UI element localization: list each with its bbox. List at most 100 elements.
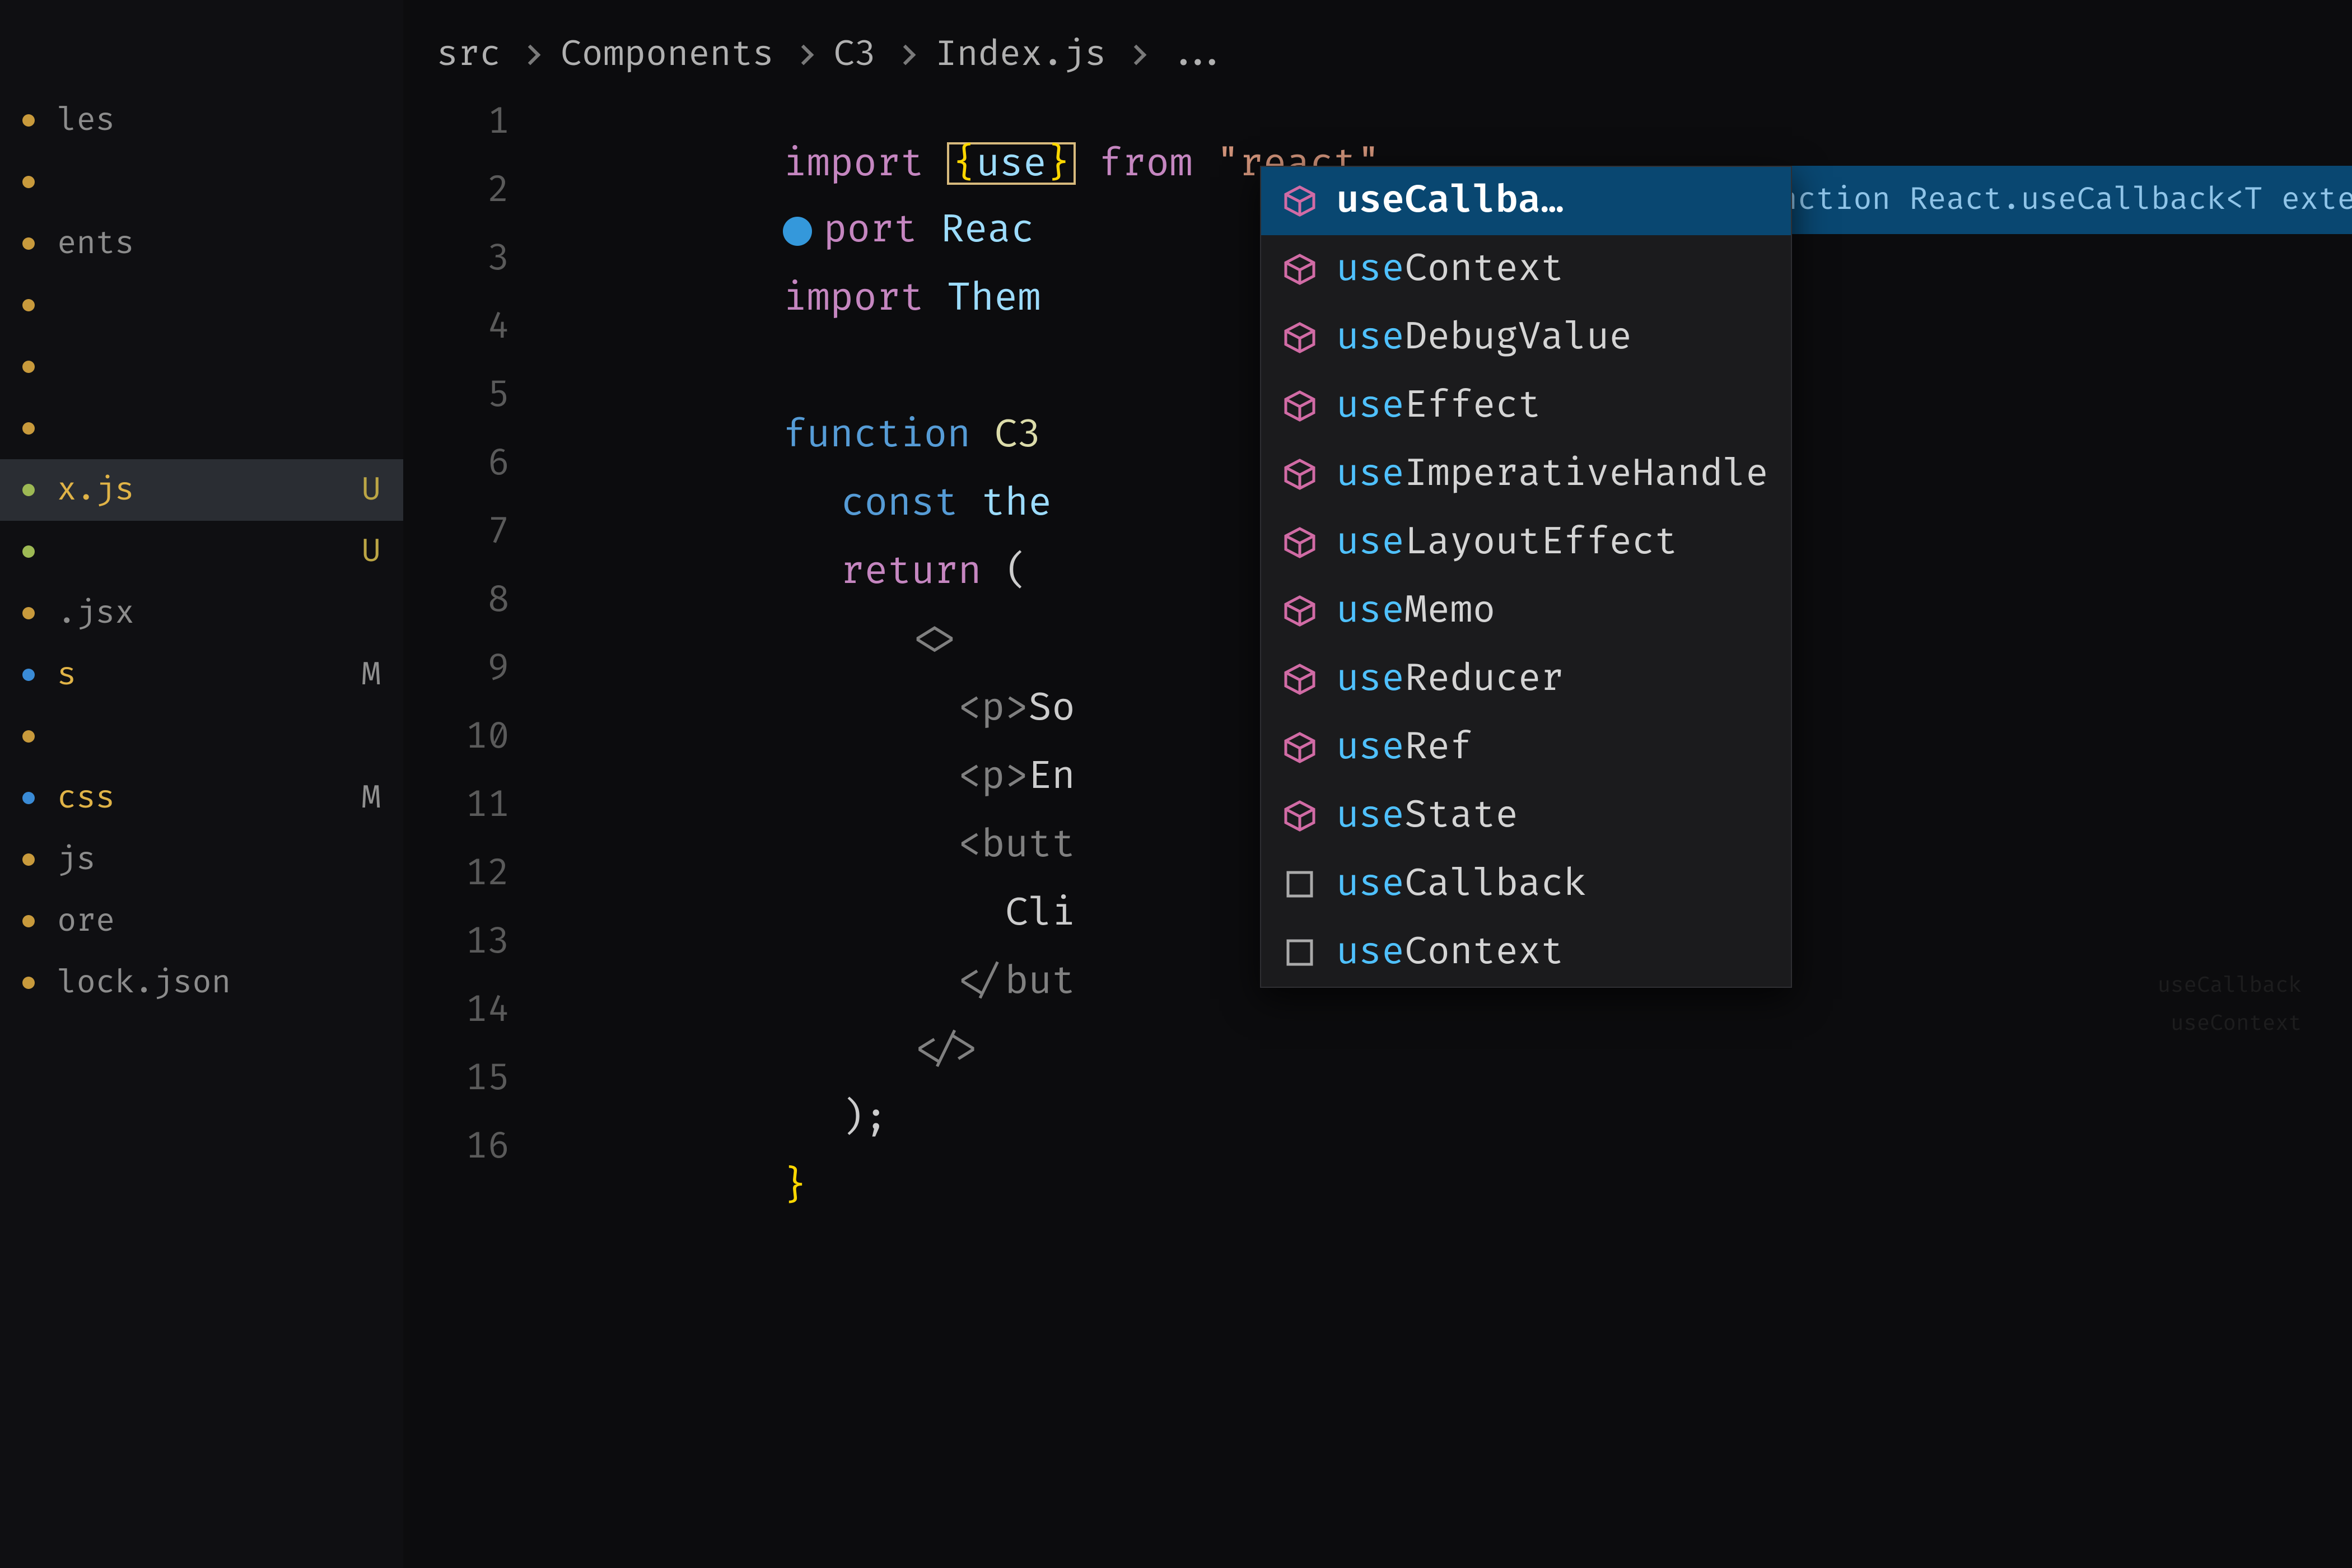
line-number: 5 — [403, 377, 549, 413]
suggest-item-label: useState — [1336, 797, 1768, 834]
intellisense-popup[interactable]: useCallba… useContext useDebugValue useEffe… — [1260, 166, 1792, 988]
explorer-item[interactable]: ents — [0, 213, 403, 274]
minimap-line: useCallback — [2078, 967, 2302, 1005]
suggest-item[interactable]: useReducer — [1261, 645, 1791, 713]
code-line[interactable]: 1 import {use} from "react" — [403, 104, 2352, 172]
suggest-item-label: useDebugValue — [1336, 319, 1768, 356]
line-number: 13 — [403, 924, 549, 960]
suggest-item[interactable]: useContext — [1261, 235, 1791, 304]
snippet-icon — [1284, 868, 1316, 900]
snippet-icon — [1284, 936, 1316, 969]
breadcrumb-item[interactable]: Index.js — [935, 34, 1106, 76]
method-icon — [1284, 321, 1316, 354]
file-status-dot — [22, 545, 35, 558]
explorer-item-label: .jsx — [57, 594, 381, 633]
explorer-item[interactable]: lock.json — [0, 952, 403, 1014]
code-line[interactable]: 14 </> — [403, 992, 2352, 1061]
suggest-item[interactable]: useDebugValue — [1261, 304, 1791, 372]
explorer-item-label: ents — [57, 225, 381, 263]
suggest-item-label: useImperativeHandle — [1336, 456, 1768, 493]
method-icon — [1284, 253, 1316, 286]
file-status-dot — [22, 730, 35, 743]
chevron-right-icon — [895, 45, 916, 66]
line-number: 6 — [403, 446, 549, 482]
line-number: 4 — [403, 309, 549, 345]
file-status-dot — [22, 915, 35, 927]
breadcrumb-item[interactable]: Components — [560, 34, 774, 76]
explorer-item[interactable]: cssM — [0, 767, 403, 829]
suggest-item-label: useContext — [1336, 934, 1768, 971]
code-line[interactable]: 15 ); — [403, 1061, 2352, 1129]
explorer-item[interactable] — [0, 706, 403, 767]
breadcrumb-item[interactable]: C3 — [833, 34, 876, 76]
explorer-item[interactable]: .jsx — [0, 582, 403, 644]
chevron-right-icon — [794, 45, 814, 66]
explorer-item[interactable] — [0, 398, 403, 459]
explorer-item-label: s — [57, 656, 351, 694]
line-number: 11 — [403, 787, 549, 823]
line-number: 2 — [403, 172, 549, 208]
file-status-dot — [22, 669, 35, 681]
explorer-item-label: lock.json — [57, 964, 381, 1002]
suggest-item[interactable]: useEffect — [1261, 372, 1791, 440]
suggest-item[interactable]: useLayoutEffect — [1261, 508, 1791, 577]
method-icon — [1284, 185, 1316, 217]
brace-close: } — [783, 1163, 806, 1210]
method-icon — [1284, 390, 1316, 422]
breadcrumb-item[interactable]: src — [437, 34, 501, 76]
line-number: 14 — [403, 992, 549, 1028]
explorer-item[interactable]: les — [0, 90, 403, 151]
chevron-right-icon — [520, 45, 541, 66]
git-status-badge: M — [362, 656, 381, 694]
explorer-item[interactable] — [0, 151, 403, 213]
explorer-item[interactable]: js — [0, 829, 403, 890]
git-status-badge: U — [362, 533, 381, 571]
breadcrumb[interactable]: src Components C3 Index.js ... — [403, 17, 2352, 104]
method-icon — [1284, 458, 1316, 491]
identifier: Them — [947, 274, 1040, 321]
method-icon — [1284, 526, 1316, 559]
explorer-item[interactable]: sM — [0, 644, 403, 706]
git-status-badge: M — [362, 779, 381, 818]
suggest-item[interactable]: useContext — [1261, 918, 1791, 987]
suggest-item[interactable]: useCallback — [1261, 850, 1791, 918]
line-number: 3 — [403, 241, 549, 277]
explorer-item[interactable]: ore — [0, 890, 403, 952]
suggest-item[interactable]: useState — [1261, 782, 1791, 850]
suggest-item-label: useCallback — [1336, 866, 1768, 903]
explorer-item[interactable]: U — [0, 521, 403, 582]
suggest-item-label: useMemo — [1336, 592, 1768, 629]
file-status-dot — [22, 422, 35, 435]
file-status-dot — [22, 299, 35, 311]
file-status-dot — [22, 114, 35, 127]
chevron-right-icon — [1126, 45, 1146, 66]
minimap[interactable]: useCallbackuseContext — [2078, 967, 2302, 1043]
suggest-item-label: useContext — [1336, 251, 1768, 288]
suggest-item-label: useCallba… — [1336, 183, 1768, 220]
code-line[interactable]: 16 } — [403, 1129, 2352, 1197]
suggest-item[interactable]: useImperativeHandle — [1261, 440, 1791, 508]
editor-pane: src Components C3 Index.js ... 1 import … — [403, 0, 2352, 1568]
file-status-dot — [22, 484, 35, 496]
explorer-item[interactable] — [0, 274, 403, 336]
explorer-item[interactable] — [0, 336, 403, 398]
app-root: lesentsx.jsUU.jsxsMcssMjsorelock.json sr… — [0, 0, 2352, 1568]
explorer-item-label: ore — [57, 902, 381, 941]
keyword-import: import — [783, 274, 923, 321]
suggest-item[interactable]: useMemo — [1261, 577, 1791, 645]
code-area[interactable]: 1 import {use} from "react" 2 port Reac … — [403, 104, 2352, 1197]
suggest-item-label: useRef — [1336, 729, 1768, 766]
explorer-item-label: js — [57, 841, 381, 879]
file-explorer: lesentsx.jsUU.jsxsMcssMjsorelock.json — [0, 0, 403, 1568]
explorer-item[interactable]: x.jsU — [0, 459, 403, 521]
file-status-dot — [22, 361, 35, 373]
line-number: 1 — [403, 104, 549, 140]
breadcrumb-item[interactable]: ... — [1166, 34, 1230, 76]
method-icon — [1284, 663, 1316, 696]
suggest-detail: function React.useCallback<T extends… — [1714, 166, 2352, 234]
suggest-item-label: useReducer — [1336, 661, 1768, 698]
suggest-item[interactable]: useCallba… — [1261, 167, 1791, 235]
method-icon — [1284, 731, 1316, 764]
file-status-dot — [22, 792, 35, 804]
suggest-item[interactable]: useRef — [1261, 713, 1791, 782]
